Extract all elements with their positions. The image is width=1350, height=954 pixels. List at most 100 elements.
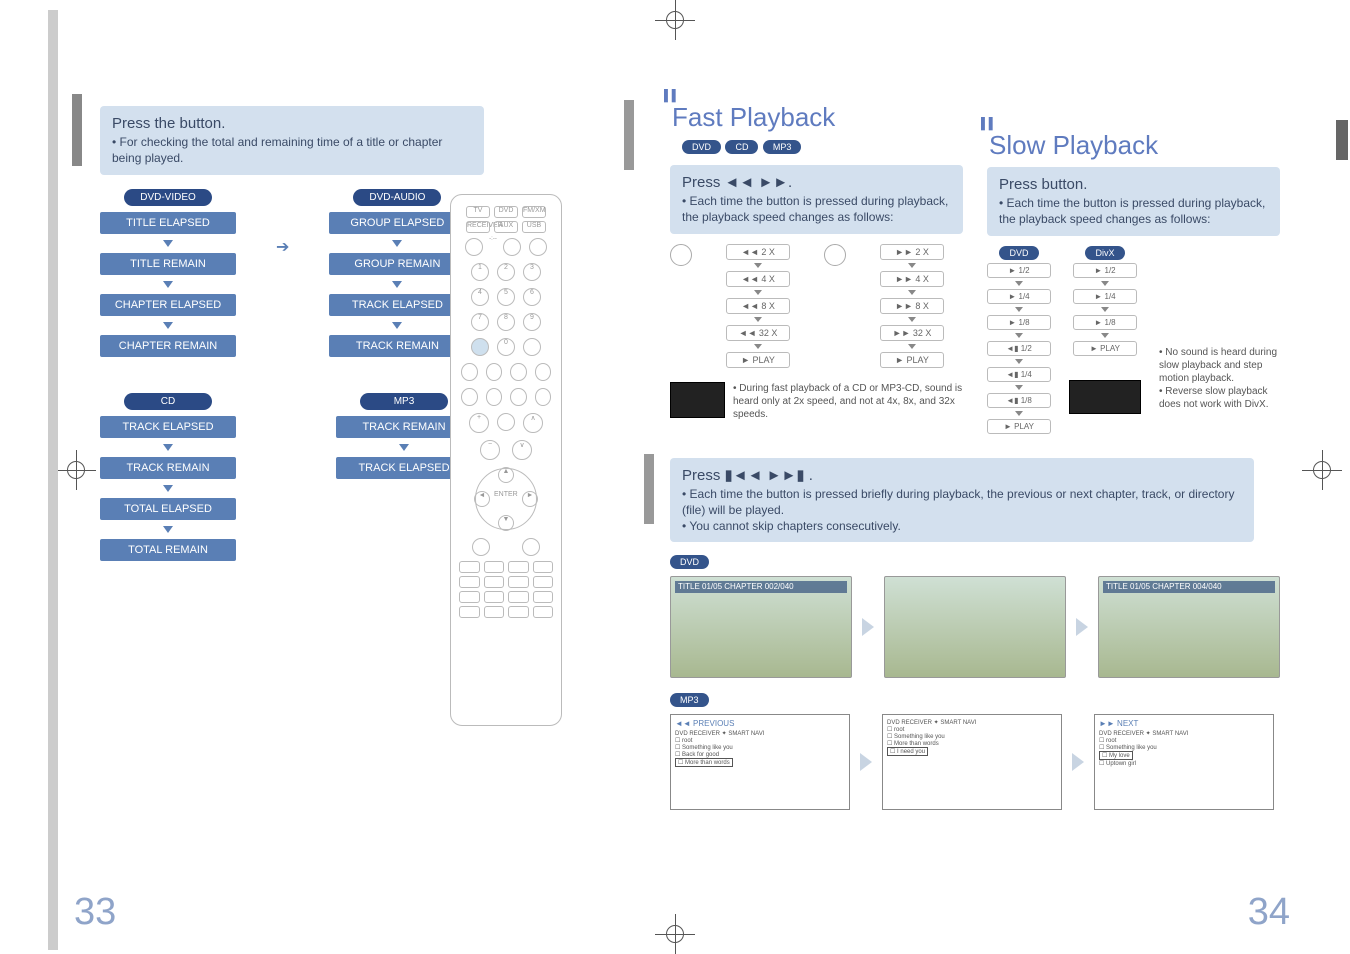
- arrow-down-icon: [399, 444, 409, 451]
- flow-node: CHAPTER REMAIN: [100, 335, 236, 357]
- skip-line-2: • You cannot skip chapters consecutively…: [682, 518, 1242, 534]
- flow-arrow-icon: ➔: [276, 237, 289, 257]
- list-item: ☐ Something like you: [675, 744, 845, 751]
- press-title: Press the button.: [112, 114, 472, 134]
- arrow-down-icon: [163, 240, 173, 247]
- cd-pill: CD: [124, 393, 212, 410]
- flow-node: TITLE REMAIN: [100, 253, 236, 275]
- mp3-list-title: DVD RECEIVER ✦ SMART NAVI: [675, 730, 845, 737]
- speed-step: ► PLAY: [880, 352, 944, 368]
- speed-step: ◄◄ 32 X: [726, 325, 790, 341]
- speed-step: ◄◄ 4 X: [726, 271, 790, 287]
- arrow-down-icon: [163, 444, 173, 451]
- slow-divx-col: DivX ► 1/2 ► 1/4 ► 1/8 ► PLAY: [1069, 246, 1141, 434]
- list-item: ☐ Back for good: [675, 751, 845, 758]
- list-item: ☐ Something like you: [887, 733, 1057, 740]
- dvd-badge: DVD: [682, 140, 721, 154]
- ch-up-icon: ∧: [523, 413, 543, 433]
- flow-node: TITLE ELAPSED: [100, 212, 236, 234]
- side-tab-right: [1336, 120, 1348, 160]
- fast-rev-col: ◄◄ 2 X ◄◄ 4 X ◄◄ 8 X ◄◄ 32 X ► PLAY: [726, 244, 790, 368]
- power-icon: [465, 238, 483, 256]
- list-item: ☐ Uptown girl: [1099, 760, 1269, 767]
- nav-ring: ▲ ▼ ◄ ► ENTER: [475, 468, 537, 530]
- ch-down-icon: ∨: [512, 440, 532, 460]
- next-icon: [535, 363, 552, 381]
- list-item-selected: ☐ More than words: [675, 758, 733, 767]
- flow-node: TRACK REMAIN: [100, 457, 236, 479]
- speed-step: ◄▮ 1/4: [987, 367, 1051, 382]
- list-item-selected: ☐ My love: [1099, 751, 1133, 760]
- speed-step: ► 1/2: [987, 263, 1051, 278]
- tv-video-icon: [529, 238, 547, 256]
- section-accent: [644, 454, 654, 524]
- page-number: 33: [74, 891, 116, 934]
- remote-key: FM/XM: [522, 206, 546, 218]
- flow-node: TRACK ELAPSED: [329, 294, 465, 316]
- speed-step: ◄▮ 1/8: [987, 393, 1051, 408]
- mp3-list-title: DVD RECEIVER ✦ SMART NAVI: [887, 719, 1057, 726]
- rew-icon: [461, 388, 478, 406]
- speed-step: ► 1/2: [1073, 263, 1137, 278]
- section-accent: [72, 94, 82, 166]
- arrow-right-icon: [1072, 753, 1084, 771]
- speed-step: ►► 2 X: [880, 244, 944, 260]
- arrow-right-icon: [1076, 618, 1088, 636]
- arrow-right-icon: [862, 618, 874, 636]
- cancel-key: [523, 338, 541, 356]
- dvd-audio-pill: DVD-AUDIO: [353, 189, 441, 206]
- mp3-pill: MP3: [670, 693, 709, 707]
- arrow-right-icon: [860, 753, 872, 771]
- enter-label: ENTER: [494, 491, 518, 498]
- cd-badge: CD: [725, 140, 758, 154]
- mute-icon: [497, 413, 515, 431]
- remote-illustration: TVDVDFM/XM RECEIVERAUXUSB -:-- 123 456 7…: [450, 194, 562, 726]
- remote-key: RECEIVER: [466, 221, 490, 233]
- screenshot-thumb: TITLE 01/05 CHAPTER 002/040: [670, 576, 852, 678]
- fast-note: • During fast playback of a CD or MP3-CD…: [733, 382, 963, 421]
- vol-up-icon: +: [469, 413, 489, 433]
- arrow-down-icon: [392, 240, 402, 247]
- flow-node: TOTAL REMAIN: [100, 539, 236, 561]
- vol-down-icon: −: [480, 440, 500, 460]
- dvd-pill: DVD: [999, 246, 1038, 260]
- info-key: [472, 538, 490, 556]
- speed-step: ►► 4 X: [880, 271, 944, 287]
- arrow-down-icon: [163, 322, 173, 329]
- speed-step: ◄◄ 2 X: [726, 244, 790, 260]
- fast-fwd-col: ►► 2 X ►► 4 X ►► 8 X ►► 32 X ► PLAY: [880, 244, 944, 368]
- mp3-pill: MP3: [360, 393, 448, 410]
- speed-step: ► PLAY: [726, 352, 790, 368]
- speed-step: ► 1/8: [1073, 315, 1137, 330]
- skip-line-1: • Each time the button is pressed briefl…: [682, 486, 1242, 518]
- dvd-video-flow: DVD-VIDEO TITLE ELAPSED TITLE REMAIN CHA…: [100, 189, 236, 357]
- mp3-screenshot: ►► NEXT DVD RECEIVER ✦ SMART NAVI ☐ root…: [1094, 714, 1274, 810]
- speed-step: ◄▮ 1/2: [987, 341, 1051, 356]
- note-tv-icon: [1069, 380, 1141, 414]
- press-box-left: Press the button. • For checking the tot…: [100, 106, 484, 175]
- list-item: ☐ More than words: [887, 740, 1057, 747]
- cd-flow: CD TRACK ELAPSED TRACK REMAIN TOTAL ELAP…: [100, 393, 236, 561]
- mp3-chapter-row: ◄◄ PREVIOUS DVD RECEIVER ✦ SMART NAVI ☐ …: [670, 714, 1280, 810]
- flow-node: GROUP REMAIN: [329, 253, 465, 275]
- rewind-button-icon: [670, 244, 692, 266]
- speed-step: ► PLAY: [987, 419, 1051, 434]
- page-left: Press the button. • For checking the tot…: [0, 0, 630, 954]
- slow-note-1: • No sound is heard during slow playback…: [1159, 346, 1280, 385]
- fast-desc: • Each time the button is pressed during…: [682, 193, 951, 225]
- list-item: ☐ Something like you: [1099, 744, 1269, 751]
- speed-step: ► 1/8: [987, 315, 1051, 330]
- slow-title: Slow Playback: [989, 130, 1280, 161]
- dvd-audio-flow: DVD-AUDIO GROUP ELAPSED GROUP REMAIN TRA…: [329, 189, 465, 357]
- skip-press: Press ▮◄◄ ►►▮ .: [682, 466, 1242, 486]
- page-number: 34: [1248, 891, 1290, 934]
- screenshot-thumb: [884, 576, 1066, 678]
- flow-node: CHAPTER ELAPSED: [100, 294, 236, 316]
- mp3-root: ☐ root: [1099, 737, 1269, 744]
- section-accent: [624, 100, 634, 170]
- flow-node: TOTAL ELAPSED: [100, 498, 236, 520]
- press-desc: • For checking the total and remaining t…: [112, 134, 472, 166]
- arrow-down-icon: [392, 281, 402, 288]
- arrow-down-icon: [163, 281, 173, 288]
- arrow-down-icon: [392, 322, 402, 329]
